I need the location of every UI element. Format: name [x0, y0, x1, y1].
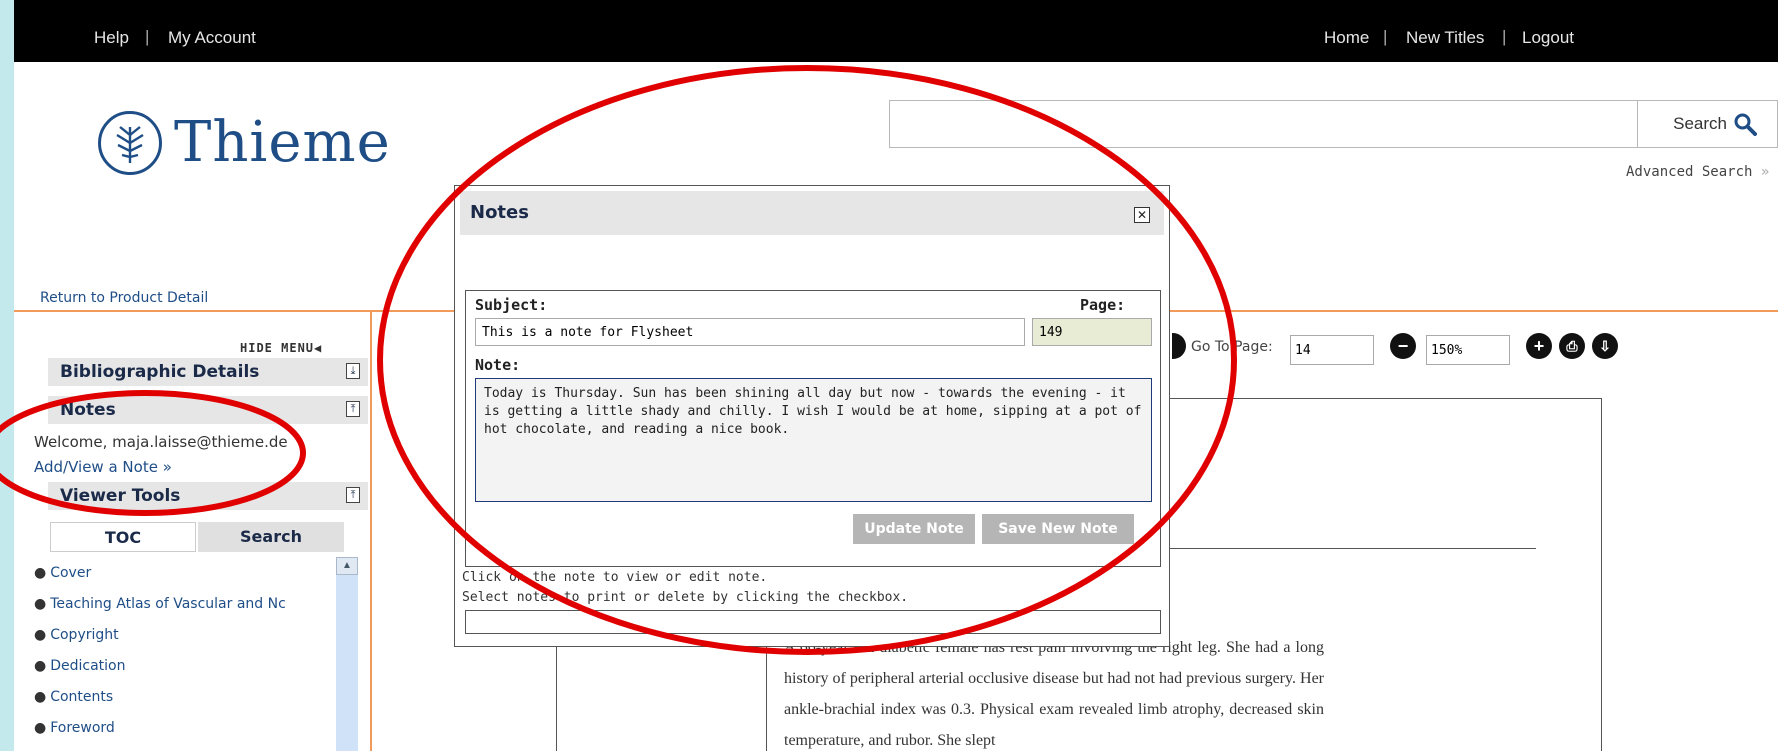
tab-search[interactable]: Search [198, 522, 344, 552]
nav-separator: | [145, 27, 150, 46]
logout-link[interactable]: Logout [1522, 28, 1574, 48]
dialog-help-text: Select notes to print or delete by click… [462, 590, 909, 605]
section-label: Notes [60, 400, 116, 420]
welcome-text: Welcome, maja.laisse@thieme.de [34, 433, 288, 451]
toc-item-label: Foreword [50, 720, 115, 736]
print-icon[interactable]: ⎙ [1559, 333, 1585, 359]
toc-item[interactable]: ● Copyright [34, 627, 354, 658]
nav-separator: | [1383, 27, 1388, 46]
bullet-icon: ● [34, 658, 47, 674]
go-to-page-input[interactable] [1290, 335, 1374, 365]
note-textarea[interactable]: Today is Thursday. Sun has been shining … [475, 378, 1152, 502]
go-to-page-label: Go To Page: [1191, 339, 1273, 355]
brand-name: Thieme [174, 110, 391, 175]
expand-icon[interactable]: ⤓ [346, 363, 360, 379]
toc-item[interactable]: ● Dedication [34, 658, 354, 689]
tree-icon [98, 110, 162, 175]
help-link[interactable]: Help [94, 28, 129, 48]
search-icon [1734, 113, 1757, 136]
hide-menu-label: HIDE MENU [240, 341, 315, 355]
nav-separator: | [1502, 27, 1507, 46]
toc-item[interactable]: ● Foreword [34, 720, 354, 751]
zoom-out-icon[interactable]: − [1390, 333, 1416, 359]
section-bibliographic-details[interactable]: Bibliographic Details ⤓ [48, 358, 368, 386]
toc-item[interactable]: ● Cover [34, 565, 354, 596]
hide-menu-button[interactable]: HIDE MENU◀ [240, 341, 322, 355]
advanced-search-link[interactable]: Advanced Search » [1626, 164, 1769, 180]
bullet-icon: ● [34, 689, 47, 705]
notes-dialog: Notes ✕ Subject: Page: Note: Today is Th… [454, 185, 1170, 647]
document-rule [1166, 548, 1536, 549]
return-to-product-link[interactable]: Return to Product Detail [40, 290, 208, 306]
close-icon[interactable]: ✕ [1134, 207, 1150, 223]
toc-item-label: Contents [50, 689, 114, 705]
toc-item-label: Teaching Atlas of Vascular and Nc [50, 596, 286, 612]
bullet-icon: ● [34, 627, 47, 643]
document-body-text: A 66-year-old diabetic female has rest p… [784, 639, 1324, 749]
notes-list[interactable] [465, 610, 1161, 634]
bullet-icon: ● [34, 720, 47, 736]
sidebar-divider [370, 312, 372, 751]
section-label: Viewer Tools [60, 486, 181, 506]
new-titles-link[interactable]: New Titles [1406, 28, 1484, 48]
save-new-note-button[interactable]: Save New Note [982, 514, 1134, 544]
update-note-button[interactable]: Update Note [853, 514, 975, 544]
top-nav-bar: Help | My Account Home | New Titles | Lo… [14, 0, 1778, 62]
page-input[interactable] [1032, 318, 1152, 346]
toc-item[interactable]: ● Contents [34, 689, 354, 720]
toc-item-label: Dedication [50, 658, 126, 674]
section-notes[interactable]: Notes ⤒ [48, 396, 368, 424]
section-viewer-tools[interactable]: Viewer Tools ⤒ [48, 482, 368, 510]
dialog-help-text: Click on the note to view or edit note. [462, 570, 768, 585]
toc-list: ● Cover ● Teaching Atlas of Vascular and N… [34, 565, 354, 751]
search-input[interactable] [889, 100, 1638, 148]
app-page: Help | My Account Home | New Titles | Lo… [14, 0, 1778, 751]
advanced-search-label: Advanced Search [1626, 164, 1753, 180]
chevron-right-icon: » [1760, 164, 1770, 180]
search-button[interactable]: Search [1638, 100, 1778, 148]
my-account-link[interactable]: My Account [168, 28, 256, 48]
section-label: Bibliographic Details [60, 362, 260, 382]
zoom-in-icon[interactable]: + [1526, 333, 1552, 359]
page-label: Page: [1080, 296, 1126, 314]
dialog-title: Notes [470, 202, 529, 223]
thieme-logo[interactable]: Thieme [98, 110, 391, 175]
dialog-title-bar[interactable]: Notes ✕ [460, 191, 1164, 235]
subject-label: Subject: [475, 296, 548, 314]
toc-item-label: Copyright [50, 627, 119, 643]
toc-item-label: Cover [50, 565, 92, 581]
collapse-icon[interactable]: ⤒ [346, 401, 360, 417]
tab-toc[interactable]: TOC [50, 522, 196, 552]
next-page-icon[interactable] [1172, 333, 1186, 359]
collapse-icon[interactable]: ⤒ [346, 487, 360, 503]
caret-left-icon: ◀ [314, 341, 323, 355]
search-button-label: Search [1673, 114, 1727, 133]
bullet-icon: ● [34, 565, 47, 581]
zoom-level-input[interactable] [1426, 335, 1510, 365]
toc-item[interactable]: ● Teaching Atlas of Vascular and Nc [34, 596, 354, 627]
home-link[interactable]: Home [1324, 28, 1369, 48]
bullet-icon: ● [34, 596, 47, 612]
note-label: Note: [475, 356, 521, 374]
add-view-note-link[interactable]: Add/View a Note » [34, 458, 172, 476]
download-icon[interactable]: ⇩ [1592, 333, 1618, 359]
subject-input[interactable] [475, 318, 1025, 346]
